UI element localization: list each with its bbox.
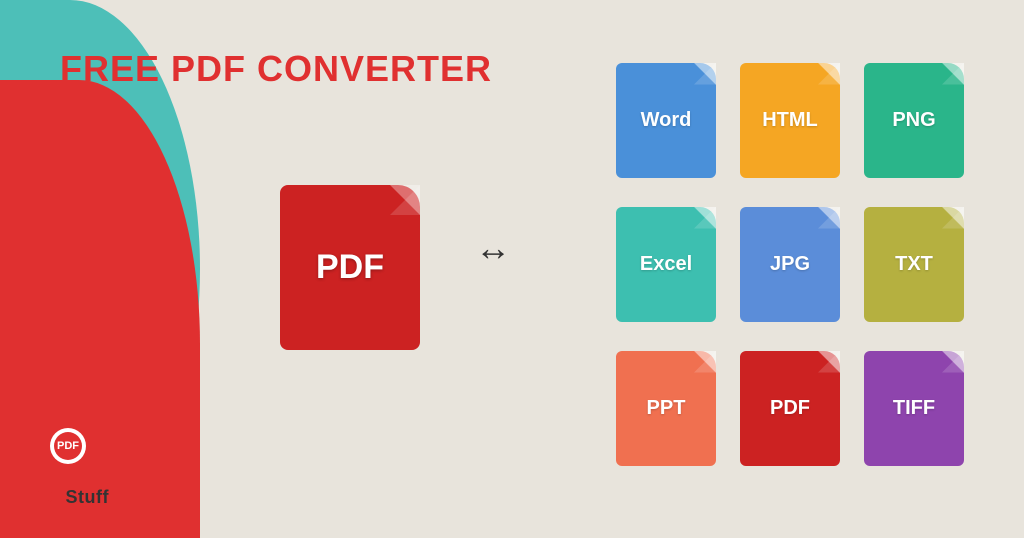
logo-text: PDFStuff — [28, 487, 109, 508]
doc-fold-icon — [818, 207, 840, 229]
format-label-ppt: PPT — [647, 397, 686, 420]
pdf-doc-fold — [390, 185, 420, 215]
format-doc-png: PNG — [864, 63, 964, 178]
format-doc-word: Word — [616, 63, 716, 178]
pdf-doc-label: PDF — [316, 248, 384, 287]
doc-fold-icon — [818, 351, 840, 373]
logo-stuff-text: Stuff — [66, 487, 109, 507]
page-title: FREE PDF CONVERTER — [60, 48, 492, 90]
format-doc-ppt: PPT — [616, 351, 716, 466]
format-grid: Word HTML PNG Excel JPG TXT PPT PDF TIFF — [611, 55, 969, 473]
format-label-word: Word — [641, 109, 692, 132]
format-doc-jpg: JPG — [740, 207, 840, 322]
doc-fold-icon — [818, 63, 840, 85]
format-label-excel: Excel — [640, 253, 692, 276]
conversion-arrow: ↔ — [475, 227, 511, 269]
doc-fold-icon — [942, 351, 964, 373]
format-label-jpg: JPG — [770, 253, 810, 276]
format-label-png: PNG — [892, 109, 935, 132]
format-label-html: HTML — [762, 109, 818, 132]
format-doc-pdf: PDF — [740, 351, 840, 466]
format-label-txt: TXT — [895, 253, 933, 276]
svg-text:PDF: PDF — [57, 440, 79, 452]
doc-fold-icon — [694, 351, 716, 373]
doc-fold-icon — [694, 63, 716, 85]
doc-fold-icon — [694, 207, 716, 229]
format-doc-tiff: TIFF — [864, 351, 964, 466]
doc-fold-icon — [942, 207, 964, 229]
doc-fold-icon — [942, 63, 964, 85]
format-label-tiff: TIFF — [893, 397, 935, 420]
format-doc-html: HTML — [740, 63, 840, 178]
format-doc-excel: Excel — [616, 207, 716, 322]
pdf-main-document: PDF — [280, 185, 420, 350]
format-doc-txt: TXT — [864, 207, 964, 322]
logo-gear-icon: PDF — [33, 411, 103, 481]
format-label-pdf: PDF — [770, 397, 810, 420]
logo-pdf-text: PDF — [28, 487, 66, 507]
logo: PDF PDFStuff — [28, 411, 109, 508]
